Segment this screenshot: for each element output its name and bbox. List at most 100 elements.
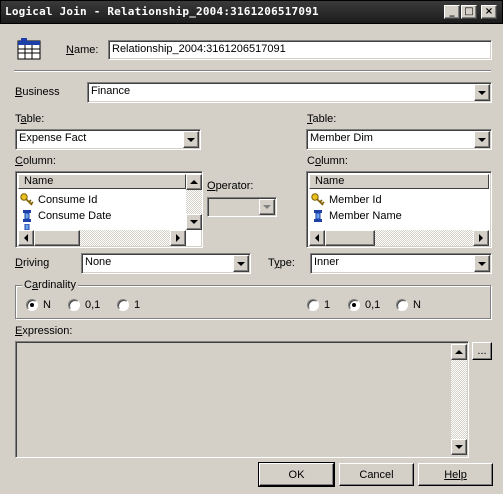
radio-button[interactable] <box>307 299 319 311</box>
left-table-value: Expense Fact <box>19 132 87 144</box>
right-table-dropdown-button[interactable] <box>474 131 490 148</box>
list-item-label: Consume Id <box>38 194 98 206</box>
help-button[interactable]: Help <box>418 463 493 486</box>
arrow-left-icon <box>24 234 28 242</box>
right-column-list[interactable]: Name Member Id Member Name <box>306 171 492 248</box>
horizontal-scroll-thumb[interactable] <box>325 230 375 246</box>
driving-dropdown-button[interactable] <box>233 255 249 272</box>
business-value: Finance <box>91 85 131 97</box>
radio-label: 0,1 <box>85 299 101 311</box>
list-item[interactable]: Member Id <box>311 192 382 208</box>
separator <box>14 70 491 72</box>
ok-button[interactable]: OK <box>258 462 335 487</box>
radio-label: 1 <box>324 299 331 311</box>
right-table-select[interactable]: Member Dim <box>306 129 492 150</box>
business-select[interactable]: Finance <box>87 82 492 103</box>
horizontal-scroll-track[interactable] <box>375 230 473 246</box>
minimize-button[interactable]: _ <box>444 5 460 19</box>
close-button[interactable]: × <box>481 5 497 19</box>
expression-label: Expression: <box>15 325 73 337</box>
radio-button[interactable] <box>396 299 408 311</box>
scroll-left-button[interactable] <box>18 230 34 246</box>
right-column-label: Column: <box>307 155 348 167</box>
chevron-down-icon <box>237 261 245 266</box>
cardinality-right-1-radio[interactable]: 1 <box>307 298 330 312</box>
close-icon: × <box>484 6 494 17</box>
radio-button[interactable] <box>68 299 80 311</box>
driving-select[interactable]: None <box>81 253 251 274</box>
scroll-left-button[interactable] <box>309 230 325 246</box>
scroll-up-button[interactable] <box>186 174 202 190</box>
radio-label: 0,1 <box>365 299 381 311</box>
radio-button[interactable] <box>117 299 129 311</box>
type-value: Inner <box>314 256 340 268</box>
business-dropdown-button[interactable] <box>474 84 490 101</box>
cardinality-left-01-radio[interactable]: 0,1 <box>68 298 100 312</box>
cardinality-right-01-radio[interactable]: 0,1 <box>348 298 380 312</box>
column-icon <box>314 210 322 222</box>
type-dropdown-button[interactable] <box>474 255 490 272</box>
left-table-select[interactable]: Expense Fact <box>15 129 201 150</box>
list-item[interactable]: Consume Date <box>20 208 111 224</box>
scroll-right-button[interactable] <box>170 230 186 246</box>
left-table-dropdown-button[interactable] <box>183 131 199 148</box>
radio-label: 1 <box>134 299 141 311</box>
expression-field[interactable] <box>15 341 469 458</box>
chevron-down-icon <box>478 261 486 266</box>
scroll-down-button[interactable] <box>186 214 202 230</box>
help-button-label: Help <box>444 468 467 481</box>
arrow-right-icon <box>176 234 180 242</box>
scroll-right-button[interactable] <box>473 230 489 246</box>
scroll-down-button[interactable] <box>451 439 467 455</box>
key-icon <box>311 193 325 206</box>
name-field[interactable]: Relationship_2004:3161206517091 <box>108 40 492 60</box>
arrow-up-icon <box>455 350 463 354</box>
column-icon <box>23 210 31 222</box>
horizontal-scroll-thumb[interactable] <box>34 230 80 246</box>
right-column-header[interactable]: Name <box>309 174 489 189</box>
arrow-left-icon <box>315 234 319 242</box>
cardinality-right-n-radio[interactable]: N <box>396 298 421 312</box>
expression-builder-button[interactable]: ... <box>472 342 492 360</box>
left-table-label: Table: <box>15 113 45 125</box>
cancel-button-label: Cancel <box>359 468 394 481</box>
title-bar[interactable]: Logical Join - Relationship_2004:3161206… <box>0 0 503 24</box>
vertical-scroll-track[interactable] <box>186 190 202 214</box>
name-label: Name: <box>66 44 99 56</box>
maximize-button[interactable]: □ <box>461 5 477 19</box>
vertical-scroll-track[interactable] <box>451 360 467 439</box>
left-column-list[interactable]: Name Consume Id Consume Date <box>15 171 203 248</box>
operator-dropdown-button[interactable] <box>259 199 275 215</box>
driving-value: None <box>85 256 112 268</box>
arrow-down-icon <box>190 220 198 224</box>
cancel-button[interactable]: Cancel <box>339 463 414 486</box>
operator-select[interactable] <box>207 197 277 217</box>
window-title: Logical Join - Relationship_2004:3161206… <box>5 5 319 18</box>
scroll-up-button[interactable] <box>451 344 467 360</box>
operator-label: Operator: <box>207 180 254 192</box>
arrow-down-icon <box>455 445 463 449</box>
chevron-down-icon <box>187 137 195 142</box>
radio-button[interactable] <box>348 299 360 311</box>
chevron-down-icon <box>478 137 486 142</box>
radio-button[interactable] <box>26 299 38 311</box>
horizontal-scroll-track[interactable] <box>80 230 170 246</box>
list-item-label: Member Id <box>329 194 382 206</box>
driving-label: Driving <box>15 257 50 269</box>
left-column-header[interactable]: Name <box>18 174 186 189</box>
cardinality-left-1-radio[interactable]: 1 <box>117 298 140 312</box>
left-column-label: Column: <box>15 155 56 167</box>
list-item[interactable]: Member Name <box>311 208 402 224</box>
name-value: Relationship_2004:3161206517091 <box>112 43 286 55</box>
list-item[interactable]: Consume Id <box>20 192 97 208</box>
key-icon <box>20 193 34 206</box>
minimize-icon: _ <box>449 6 455 17</box>
type-select[interactable]: Inner <box>310 253 492 274</box>
cardinality-left-n-radio[interactable]: N <box>26 298 51 312</box>
right-table-value: Member Dim <box>310 132 373 144</box>
business-label: Business <box>15 86 60 98</box>
arrow-right-icon <box>479 234 483 242</box>
list-item-label: Consume Date <box>38 210 112 222</box>
arrow-up-icon <box>190 180 198 184</box>
maximize-icon: □ <box>464 6 474 17</box>
